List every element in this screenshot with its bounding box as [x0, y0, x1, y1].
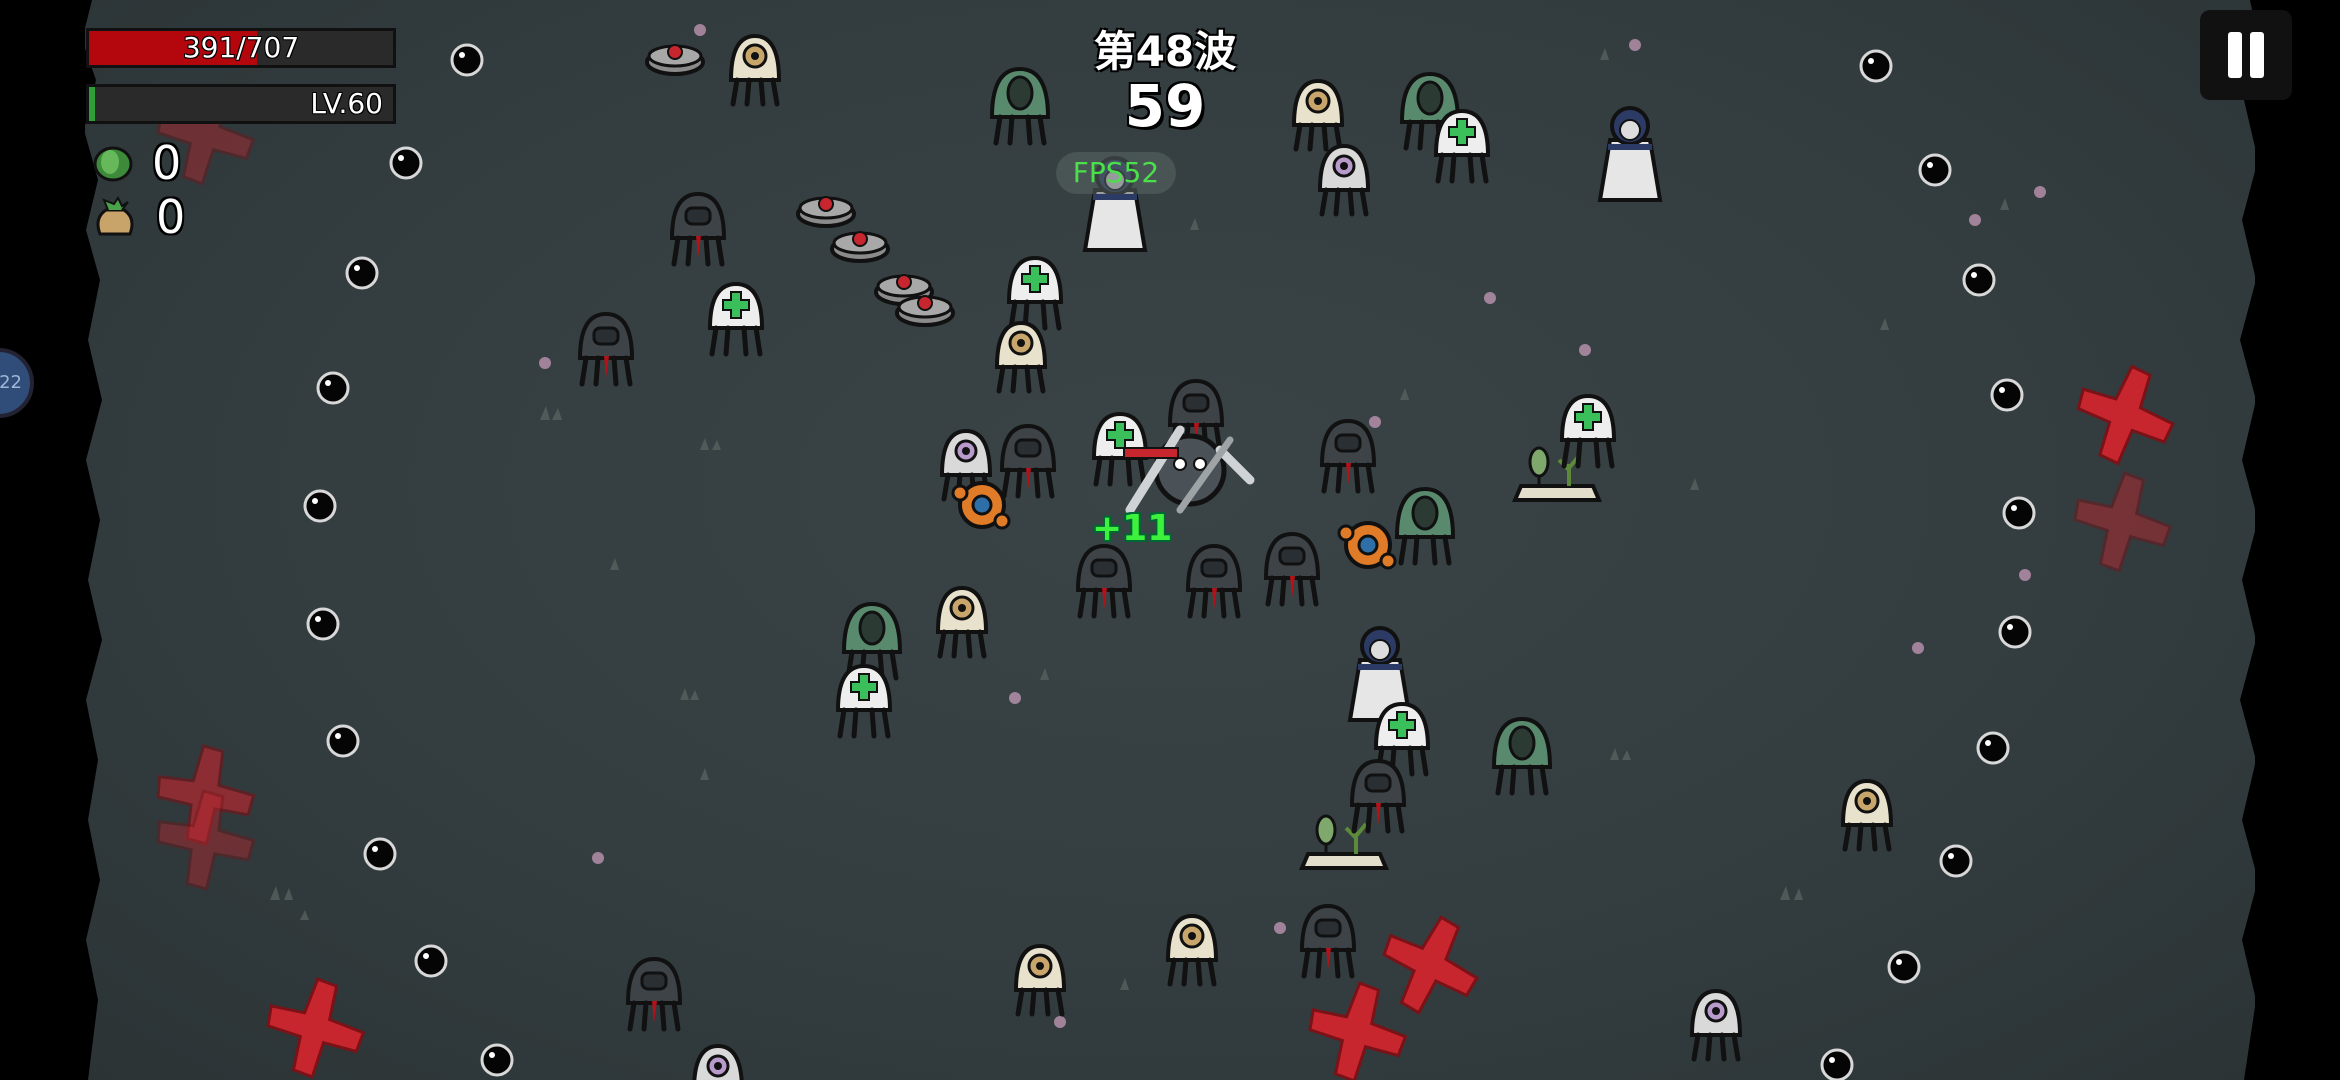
enemy-walker: [628, 959, 680, 1029]
enemy-walker: [710, 284, 762, 354]
game-arena[interactable]: 391/707 LV.60 0 0 第48波 59 FPS52 +11 22: [0, 0, 2340, 1080]
wave-timer: 59: [1124, 72, 1206, 140]
enemy-walker: [1692, 991, 1740, 1059]
enemy-walker: [838, 666, 890, 736]
landmine: [796, 195, 856, 228]
enemy-walker: [1294, 81, 1342, 149]
enemy-walker: [1436, 111, 1488, 181]
enemy-walker: [1009, 258, 1061, 328]
enemy-walker: [938, 588, 986, 656]
enemy-walker: [694, 1046, 742, 1080]
priest-enemy: [1598, 106, 1662, 202]
player-hp-mini-bar: [1123, 447, 1179, 459]
green-leaf-coin-icon: [93, 146, 133, 182]
enemy-walker: [580, 314, 632, 384]
enemy-walker: [1320, 146, 1368, 214]
materials-counter: 0: [92, 138, 181, 188]
orb-ring: [303, 43, 2036, 1080]
orange-drone-ally: [951, 481, 1011, 530]
money-bag-icon: [96, 196, 134, 236]
bag-counter: 0: [92, 192, 185, 242]
enemy-walker: [1002, 426, 1054, 496]
landmine: [895, 294, 955, 327]
health-bar: 391/707: [86, 28, 396, 68]
enemy-walker: [1016, 946, 1064, 1014]
materials-count: 0: [152, 136, 182, 190]
landmine: [830, 230, 890, 263]
enemy-walker: [1322, 421, 1374, 491]
landmine: [645, 43, 705, 76]
enemy-walker: [1266, 534, 1318, 604]
player-character: [1125, 425, 1255, 515]
health-text: 391/707: [182, 31, 300, 64]
fps-counter: FPS52: [1056, 152, 1176, 194]
enemy-walker: [1188, 546, 1240, 616]
enemy-walker: [1352, 761, 1404, 831]
enemy-walker: [992, 69, 1048, 143]
level-bar: LV.60: [86, 84, 396, 124]
enemy-walker: [1843, 781, 1891, 849]
garden-turret: [1300, 814, 1388, 870]
enemy-walker: [731, 36, 779, 104]
pause-button[interactable]: [2200, 10, 2292, 100]
orange-drone-ally: [1337, 521, 1397, 570]
enemy-walker: [1168, 916, 1216, 984]
enemy-walker: [1562, 396, 1614, 466]
enemy-walker: [672, 194, 724, 264]
wave-label: 第48波: [1093, 27, 1237, 76]
enemy-walker: [1302, 906, 1354, 976]
enemy-walker: [1494, 719, 1550, 793]
level-text: LV.60: [310, 87, 383, 120]
garden-turret: [1513, 446, 1601, 502]
enemy-walker: [1397, 489, 1453, 563]
bag-count: 0: [156, 190, 186, 244]
enemy-walker: [997, 323, 1045, 391]
enemy-walker: [1078, 546, 1130, 616]
heal-popup: +11: [1092, 508, 1173, 549]
